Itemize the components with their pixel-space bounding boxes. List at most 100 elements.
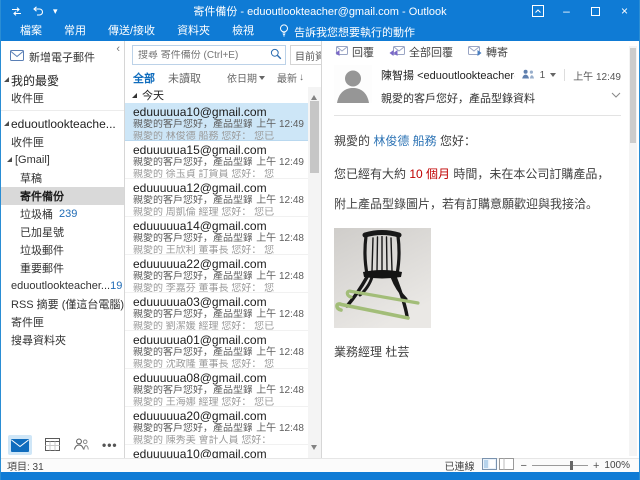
reading-pane-scrollbar[interactable]: [629, 46, 637, 456]
avatar[interactable]: [334, 65, 372, 103]
mail-nav-icon[interactable]: [8, 435, 32, 455]
tab-home[interactable]: 常用: [53, 22, 97, 41]
message-row[interactable]: eduuuuua10@gmail.com 親愛的客戶您好，產品型錄資料上午 12…: [125, 103, 308, 141]
folder-item-outbox[interactable]: 寄件匣: [1, 313, 124, 331]
ribbon-tab-bar: 檔案 常用 傳送/接收 資料夾 檢視 告訴我您想要執行的動作: [1, 22, 639, 41]
zoom-level[interactable]: 100%: [604, 460, 630, 471]
folder-item-inbox-favorite[interactable]: 收件匣: [1, 89, 124, 107]
send-receive-icon[interactable]: [10, 6, 23, 17]
message-header: 陳智揚 <eduoutlookteacher@gmail.com> 1 上午 1…: [334, 65, 621, 106]
sender-line: 陳智揚 <eduoutlookteacher@gmail.com>: [381, 67, 515, 83]
list-scrollbar[interactable]: [308, 87, 321, 458]
undo-icon[interactable]: [32, 6, 44, 16]
sort-controls: 依日期 最新↓: [227, 70, 304, 85]
message-row[interactable]: eduuuuua03@gmail.com 親愛的客戶您好，產品型錄資料上午 12…: [125, 293, 308, 331]
zoom-control: − + 100%: [521, 460, 630, 472]
folder-item-search-folders[interactable]: 搜尋資料夾: [1, 331, 124, 349]
unread-count: 19: [110, 280, 124, 292]
expand-triangle-icon[interactable]: [4, 121, 9, 126]
collapse-pane-icon[interactable]: ‹: [116, 43, 120, 55]
tab-file[interactable]: 檔案: [9, 22, 53, 41]
message-row[interactable]: eduuuuua08@gmail.com 親愛的客戶您好，產品型錄資料上午 12…: [125, 369, 308, 407]
folder-item-inbox[interactable]: 收件匣: [1, 133, 124, 151]
folder-section-favorites[interactable]: 我的最愛: [1, 71, 124, 89]
arrow-down-icon: ↓: [299, 72, 304, 83]
scrollbar-thumb[interactable]: [630, 48, 636, 143]
message-row[interactable]: eduuuuua15@gmail.com 親愛的客戶您好，產品型錄資料上午 12…: [125, 141, 308, 179]
sort-by-date-dropdown[interactable]: 依日期: [227, 70, 265, 85]
sender-name: 陳智揚: [381, 70, 414, 82]
main-area: ‹ 新增電子郵件 我的最愛 收件匣 eduoutlookteache... 收件…: [1, 41, 639, 458]
close-button[interactable]: ×: [610, 0, 639, 22]
tab-view[interactable]: 檢視: [221, 22, 265, 41]
minimize-button[interactable]: –: [552, 0, 581, 22]
message-time: 上午 12:49: [573, 68, 621, 83]
tell-me-box[interactable]: 告訴我您想要執行的動作: [265, 24, 415, 40]
message-row[interactable]: eduuuuua01@gmail.com 親愛的客戶您好，產品型錄資料上午 12…: [125, 331, 308, 369]
folder-item-sent[interactable]: 寄件備份: [1, 187, 124, 205]
reading-view-icon[interactable]: [499, 458, 514, 473]
folder-item-important[interactable]: 重要郵件: [1, 259, 124, 277]
reply-button[interactable]: 回覆: [334, 44, 374, 60]
search-icon[interactable]: [270, 48, 282, 63]
filter-all-tab[interactable]: 全部: [133, 70, 155, 86]
zoom-out-button[interactable]: −: [521, 460, 527, 472]
filter-unread-tab[interactable]: 未讀取: [168, 70, 201, 86]
window-controls: – ×: [489, 0, 639, 22]
message-list-pane: 目前資料夾 全部 未讀取 依日期 最新↓ 今天 eduuuuua10@gmail…: [125, 41, 322, 458]
forward-button[interactable]: 轉寄: [468, 44, 508, 60]
folder-section-account[interactable]: eduoutlookteache...: [1, 115, 124, 133]
calendar-nav-icon[interactable]: [45, 437, 60, 454]
qat-customize-icon[interactable]: ▾: [53, 6, 58, 17]
expand-triangle-icon[interactable]: [7, 157, 12, 162]
expand-header-icon[interactable]: [611, 89, 621, 101]
lightbulb-icon: [279, 24, 289, 40]
greeting-line: 親愛的 林俊德 船務 您好：: [334, 132, 621, 149]
message-row[interactable]: eduuuuua14@gmail.com 親愛的客戶您好，產品型錄資料上午 12…: [125, 217, 308, 255]
tab-folder[interactable]: 資料夾: [166, 22, 221, 41]
status-bar: 項目: 31 已連線 − + 100%: [1, 458, 639, 472]
people-nav-icon[interactable]: [73, 438, 89, 453]
zoom-slider-thumb[interactable]: [570, 461, 573, 470]
folder-item-starred[interactable]: 已加星號: [1, 223, 124, 241]
new-email-button[interactable]: 新增電子郵件: [1, 46, 124, 71]
message-row[interactable]: eduuuuua12@gmail.com 親愛的客戶您好，產品型錄資料上午 12…: [125, 179, 308, 217]
normal-view-icon[interactable]: [482, 458, 497, 473]
zoom-in-button[interactable]: +: [593, 460, 599, 472]
folder-pane: ‹ 新增電子郵件 我的最愛 收件匣 eduoutlookteache... 收件…: [1, 41, 125, 458]
connection-status: 已連線: [445, 458, 475, 473]
chevron-down-icon[interactable]: [550, 73, 556, 80]
message-body: 親愛的 林俊德 船務 您好： 您已經有大約 10 個月 時間，未在本公司訂購產品…: [334, 132, 621, 360]
scroll-down-icon[interactable]: [311, 445, 317, 453]
folder-item-spam[interactable]: 垃圾郵件: [1, 241, 124, 259]
outlook-window: ▾ 寄件備份 - eduoutlookteacher@gmail.com - O…: [0, 0, 640, 480]
ribbon-display-options-icon[interactable]: [523, 0, 552, 22]
maximize-button[interactable]: [581, 0, 610, 22]
message-row[interactable]: eduuuuua20@gmail.com 親愛的客戶您好，產品型錄資料上午 12…: [125, 407, 308, 445]
tab-send-receive[interactable]: 傳送/接收: [97, 22, 166, 41]
zoom-slider[interactable]: [532, 465, 588, 466]
folder-item-gmail[interactable]: [Gmail]: [1, 151, 124, 169]
expand-triangle-icon[interactable]: [4, 77, 9, 82]
message-row[interactable]: eduuuuua22@gmail.com 親愛的客戶您好，產品型錄資料上午 12…: [125, 255, 308, 293]
scroll-up-icon[interactable]: [311, 92, 317, 100]
new-email-label: 新增電子郵件: [29, 49, 95, 65]
search-input[interactable]: [138, 50, 270, 61]
reply-icon: [334, 45, 348, 59]
group-header-today[interactable]: 今天: [125, 87, 321, 103]
recipients-icon[interactable]: [521, 69, 535, 82]
search-scope-dropdown[interactable]: 目前資料夾: [290, 45, 322, 65]
folder-item-drafts[interactable]: 草稿: [1, 169, 124, 187]
folder-item-trash[interactable]: 垃圾桶239: [1, 205, 124, 223]
expand-triangle-icon: [132, 93, 137, 98]
recipient-count: 1: [540, 70, 546, 81]
more-apps-icon[interactable]: •••: [102, 438, 118, 452]
folder-item-rss[interactable]: RSS 摘要 (僅這台電腦): [1, 295, 124, 313]
quick-access-toolbar: ▾: [1, 6, 151, 17]
scrollbar-thumb[interactable]: [310, 101, 319, 173]
search-box[interactable]: [132, 45, 286, 65]
folder-item-account-group[interactable]: eduoutlookteacher...19: [1, 277, 124, 295]
reply-all-button[interactable]: 全部回覆: [389, 44, 453, 60]
sort-newest-toggle[interactable]: 最新↓: [277, 70, 304, 85]
view-shortcuts: [482, 458, 514, 473]
